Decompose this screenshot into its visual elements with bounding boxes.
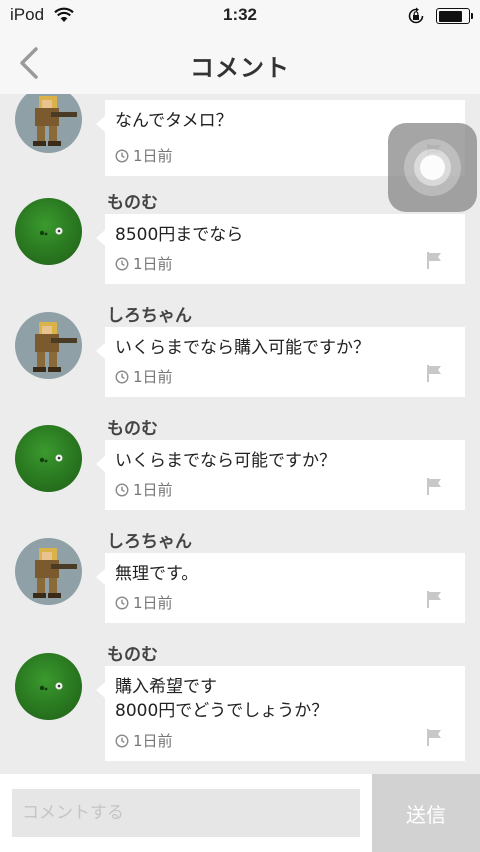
comment-input-bar: 送信 [0,774,480,852]
soccer-avatar-image [39,682,63,691]
rotation-lock-icon [407,7,425,29]
time-label: 1日前 [133,255,173,273]
avatar[interactable] [15,653,82,720]
comment-time: 1日前 [115,592,173,613]
comment-username[interactable]: ものむ [107,640,158,665]
flag-icon[interactable] [425,477,443,499]
comment-time: 1日前 [115,366,173,387]
soldier-avatar-image [33,96,77,146]
comment-text-line: 無理です。 [115,564,199,584]
comment-text-line: なんでタメロ？ [115,111,233,131]
soldier-avatar-image [33,548,77,598]
battery-icon [436,8,473,24]
comment-bubble: いくらまでなら可能ですか？ 1日前 [96,440,465,510]
comment-bubble: いくらまでなら購入可能ですか？ 1日前 [96,327,465,397]
comment-text: 8500円までなら [115,223,243,247]
clock-icon [115,257,129,271]
avatar[interactable] [15,94,82,153]
clock-icon [115,596,129,610]
comment-text-line: いくらまでなら購入可能ですか？ [115,338,370,358]
assistive-touch-button[interactable] [388,123,477,212]
time-label: 1日前 [133,368,173,386]
comment-text: なんでタメロ？ [115,109,233,133]
flag-icon[interactable] [425,251,443,273]
comment-text: いくらまでなら購入可能ですか？ [115,336,370,360]
comment-text: 無理です。 [115,562,198,586]
comment-username[interactable]: ものむ [107,188,158,213]
comment-bubble: 8500円までなら 1日前 [96,214,465,284]
comment-bubble: 無理です。 1日前 [96,553,465,623]
comment-text: いくらまでなら可能ですか？ [115,449,336,473]
comment-time: 1日前 [115,253,173,274]
comment-input[interactable] [12,789,360,837]
comment-bubble: 購入希望です 8000円でどうでしょうか？ 1日前 [96,666,465,761]
clock-icon [115,483,129,497]
comment-time: 1日前 [115,730,173,751]
soldier-avatar-image [33,322,77,372]
time-label: 1日前 [133,481,173,499]
comment-text: 購入希望です 8000円でどうでしょうか？ [115,675,328,723]
comment-text-line: 購入希望です [115,677,217,697]
time-label: 1日前 [133,732,173,750]
clock-icon [115,370,129,384]
soccer-avatar-image [39,227,63,236]
assistive-touch-icon [404,139,461,196]
flag-icon[interactable] [425,728,443,750]
clock-icon [115,149,129,163]
comment-username[interactable]: しろちゃん [107,527,192,552]
status-bar: iPod 1:32 [0,0,480,32]
comment-text-line: 8000円でどうでしょうか？ [115,701,329,721]
comment-text-line: いくらまでなら可能ですか？ [115,451,336,471]
comment-username[interactable]: しろちゃん [107,301,192,326]
time-label: 1日前 [133,147,173,165]
comment-time: 1日前 [115,145,173,166]
avatar[interactable] [15,198,82,265]
avatar[interactable] [15,425,82,492]
time-label: 1日前 [133,594,173,612]
comment-time: 1日前 [115,479,173,500]
flag-icon[interactable] [425,364,443,386]
send-button[interactable]: 送信 [372,774,480,852]
avatar[interactable] [15,538,82,605]
navigation-bar: コメント [0,32,480,94]
soccer-avatar-image [39,454,63,463]
page-title: コメント [190,54,290,82]
avatar[interactable] [15,312,82,379]
comment-text-line: 8500円までなら [115,225,244,245]
clock-icon [115,734,129,748]
flag-icon[interactable] [425,590,443,612]
comment-username[interactable]: ものむ [107,414,158,439]
